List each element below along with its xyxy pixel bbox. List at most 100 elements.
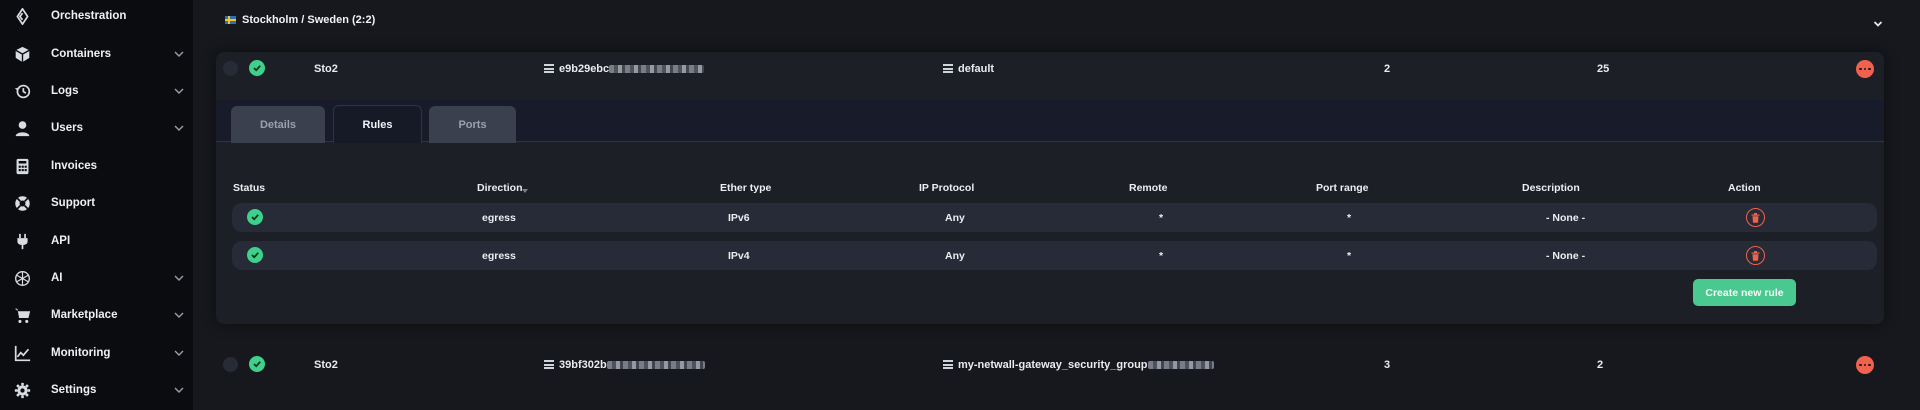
security-group-row[interactable]: Sto2 39bf302b my-netwall-gateway_securit… bbox=[216, 348, 1884, 382]
group-id-text: e9b29ebc bbox=[559, 63, 610, 75]
user-icon bbox=[13, 119, 31, 137]
region-header[interactable]: Stockholm / Sweden (2:2) bbox=[225, 14, 375, 26]
group-id-text: 39bf302b bbox=[559, 359, 607, 371]
ai-icon bbox=[13, 269, 31, 287]
sidebar-item-label: Settings bbox=[51, 384, 97, 396]
status-ok-icon bbox=[247, 209, 263, 225]
chevron-down-icon[interactable] bbox=[173, 272, 185, 284]
row-select-radio[interactable] bbox=[223, 357, 238, 372]
chevron-down-icon[interactable] bbox=[173, 309, 185, 321]
orchestration-icon bbox=[13, 7, 31, 25]
sidebar-item-api[interactable]: API bbox=[0, 225, 193, 257]
table-icon bbox=[544, 64, 554, 73]
sidebar: Orchestration Containers Logs Users Invo… bbox=[0, 0, 193, 410]
trash-icon bbox=[1751, 250, 1760, 261]
cell-remote: * bbox=[1159, 250, 1164, 262]
chevron-down-icon[interactable] bbox=[173, 347, 185, 359]
sidebar-item-invoices[interactable]: Invoices bbox=[0, 150, 193, 182]
cell-remote: * bbox=[1159, 212, 1164, 224]
history-icon bbox=[13, 82, 31, 100]
table-row: egress IPv6 Any * * - None - bbox=[232, 203, 1877, 232]
cube-icon bbox=[13, 45, 31, 63]
sidebar-item-label: Users bbox=[51, 122, 83, 134]
cell-port-range: * bbox=[1347, 250, 1352, 262]
more-actions-button[interactable] bbox=[1856, 60, 1874, 78]
security-group-card: Sto2 e9b29ebc default 2 25 Details Rules… bbox=[216, 52, 1884, 324]
security-group-text: default bbox=[958, 63, 995, 75]
chevron-down-icon[interactable] bbox=[173, 122, 185, 134]
tab-rules[interactable]: Rules bbox=[333, 105, 422, 143]
chart-icon bbox=[13, 344, 31, 362]
security-group-text: my-netwall-gateway_security_group bbox=[958, 359, 1148, 371]
sidebar-item-label: Orchestration bbox=[51, 10, 127, 22]
sidebar-item-users[interactable]: Users bbox=[0, 112, 193, 144]
row-name: Sto2 bbox=[314, 359, 338, 371]
header-port-range: Port range bbox=[1316, 182, 1369, 194]
header-description: Description bbox=[1522, 182, 1580, 194]
region-title: Stockholm / Sweden (2:2) bbox=[242, 14, 376, 26]
chevron-down-icon[interactable] bbox=[1872, 18, 1884, 30]
sidebar-item-label: AI bbox=[51, 272, 63, 284]
rules-count: 3 bbox=[1384, 359, 1391, 371]
cell-direction: egress bbox=[482, 212, 516, 224]
sidebar-item-label: Marketplace bbox=[51, 309, 118, 321]
sidebar-item-support[interactable]: Support bbox=[0, 187, 193, 219]
cell-direction: egress bbox=[482, 250, 516, 262]
table-icon bbox=[943, 64, 953, 73]
create-new-rule-button[interactable]: Create new rule bbox=[1693, 279, 1796, 306]
rules-count: 2 bbox=[1384, 63, 1391, 75]
header-ip-protocol: IP Protocol bbox=[919, 182, 975, 194]
sidebar-item-containers[interactable]: Containers bbox=[0, 38, 193, 70]
gear-icon bbox=[13, 381, 31, 399]
sidebar-item-marketplace[interactable]: Marketplace bbox=[0, 299, 193, 331]
table-icon bbox=[544, 360, 554, 369]
row-select-radio[interactable] bbox=[223, 61, 238, 76]
sidebar-item-label: Logs bbox=[51, 85, 79, 97]
header-direction[interactable]: Direction bbox=[477, 182, 523, 194]
sidebar-item-label: Monitoring bbox=[51, 347, 111, 359]
trash-icon bbox=[1751, 212, 1760, 223]
sidebar-item-settings[interactable]: Settings bbox=[0, 374, 193, 406]
redacted-text bbox=[1147, 361, 1214, 370]
usage-count: 2 bbox=[1597, 359, 1604, 371]
cell-description: - None - bbox=[1546, 212, 1586, 224]
redacted-text bbox=[609, 65, 705, 74]
main-content: Stockholm / Sweden (2:2) Sto2 e9b29ebc d… bbox=[193, 0, 1920, 410]
chevron-down-icon[interactable] bbox=[173, 384, 185, 396]
redacted-text bbox=[606, 361, 705, 370]
lifebuoy-icon bbox=[13, 194, 31, 212]
detail-tabs-bar: Details Rules Ports bbox=[216, 100, 1884, 143]
security-group-row[interactable]: Sto2 e9b29ebc default 2 25 bbox=[216, 52, 1884, 86]
sidebar-item-logs[interactable]: Logs bbox=[0, 75, 193, 107]
usage-count: 25 bbox=[1597, 63, 1610, 75]
header-ether-type: Ether type bbox=[720, 182, 772, 194]
cell-description: - None - bbox=[1546, 250, 1586, 262]
calculator-icon bbox=[13, 157, 31, 175]
sort-icon[interactable] bbox=[522, 183, 528, 193]
status-ok-icon bbox=[249, 60, 265, 76]
status-ok-icon bbox=[249, 356, 265, 372]
sidebar-item-orchestration[interactable]: Orchestration bbox=[0, 0, 193, 32]
sidebar-item-ai[interactable]: AI bbox=[0, 262, 193, 294]
cell-ether-type: IPv6 bbox=[728, 212, 750, 224]
security-group-name: my-netwall-gateway_security_group bbox=[943, 359, 1214, 371]
header-status: Status bbox=[233, 182, 266, 194]
delete-rule-button[interactable] bbox=[1746, 208, 1765, 227]
header-remote: Remote bbox=[1129, 182, 1168, 194]
tab-details[interactable]: Details bbox=[231, 106, 325, 143]
sidebar-item-label: Support bbox=[51, 197, 96, 209]
cart-icon bbox=[13, 306, 31, 324]
security-group-name: default bbox=[943, 63, 994, 75]
sidebar-item-label: API bbox=[51, 235, 71, 247]
sidebar-item-monitoring[interactable]: Monitoring bbox=[0, 337, 193, 369]
tab-ports[interactable]: Ports bbox=[429, 106, 516, 143]
cell-protocol: Any bbox=[945, 212, 965, 224]
chevron-down-icon[interactable] bbox=[173, 48, 185, 60]
cell-protocol: Any bbox=[945, 250, 965, 262]
chevron-down-icon[interactable] bbox=[173, 85, 185, 97]
more-actions-button[interactable] bbox=[1856, 356, 1874, 374]
delete-rule-button[interactable] bbox=[1746, 246, 1765, 265]
group-id: 39bf302b bbox=[544, 359, 705, 371]
sidebar-item-label: Invoices bbox=[51, 160, 98, 172]
cell-port-range: * bbox=[1347, 212, 1352, 224]
